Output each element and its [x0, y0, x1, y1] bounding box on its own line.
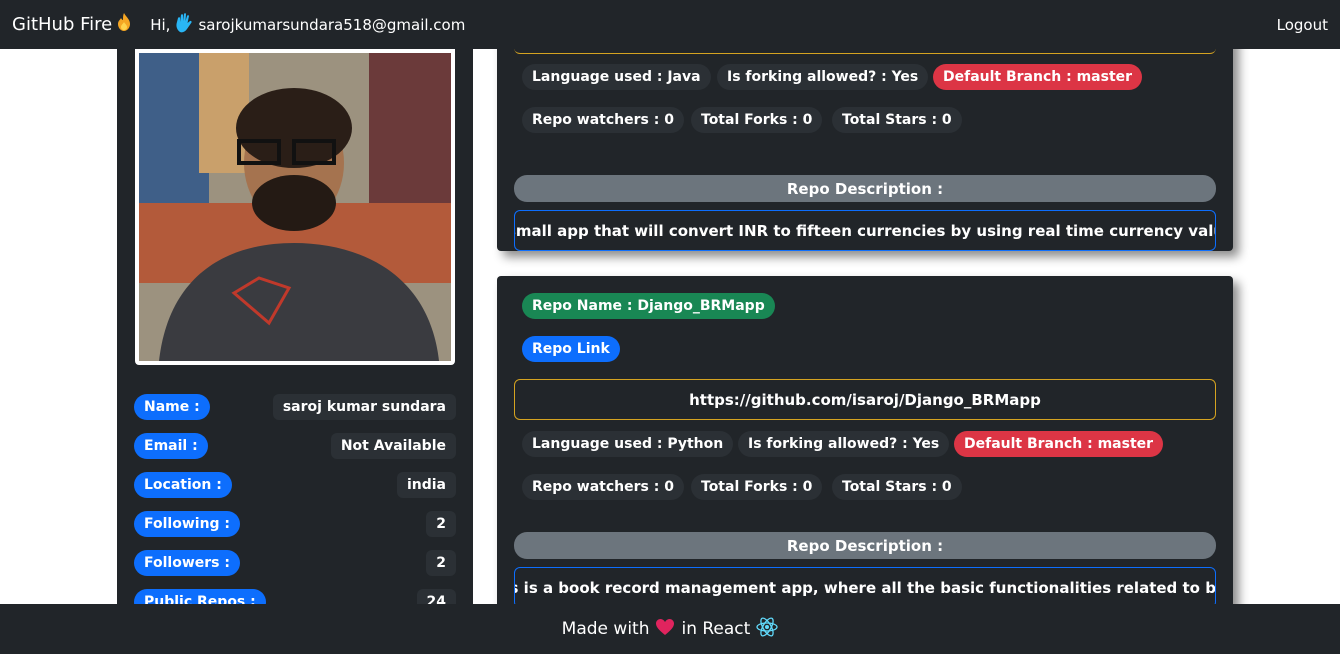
repo-card: Repo Name : Django_BRMapp Repo Link http… [497, 276, 1233, 604]
following-value: 2 [426, 511, 456, 537]
repo-language: Language used : Python [522, 431, 734, 457]
repo-default-branch: Default Branch : master [933, 64, 1143, 90]
repo-url-box[interactable]: https://github.com/isaroj/Django_BRMapp [514, 379, 1216, 420]
top-navbar: GitHub Fire Hi, sarojkumarsundara518@gma… [0, 0, 1340, 49]
fire-icon [116, 12, 132, 37]
repo-description-header: Repo Description : [514, 175, 1216, 202]
repo-watchers: Repo watchers : 0 [522, 107, 684, 133]
profile-row-email: Email : Not Available [134, 432, 456, 460]
profile-row-followers: Followers : 2 [134, 549, 456, 577]
footer-made-with: Made with [561, 619, 650, 639]
location-label: Location : [134, 472, 232, 498]
location-value: india [396, 472, 456, 498]
repo-description-header: Repo Description : [514, 532, 1216, 559]
repo-watchers: Repo watchers : 0 [522, 474, 684, 500]
name-value: saroj kumar sundara [272, 394, 456, 420]
followers-label: Followers : [134, 550, 240, 576]
repo-language: Language used : Java [522, 64, 711, 90]
repo-forks: Total Forks : 0 [691, 474, 823, 500]
repo-stars: Total Stars : 0 [832, 107, 962, 133]
avatar [139, 53, 451, 361]
footer: Made with in React [0, 604, 1340, 654]
avatar-frame [135, 49, 455, 365]
followers-value: 2 [426, 550, 456, 576]
footer-in-react: in React [681, 619, 751, 639]
repo-name: Repo Name : Django_BRMapp [522, 293, 775, 319]
repo-description: This is a book record management app, wh… [514, 567, 1216, 604]
following-label: Following : [134, 511, 241, 537]
main-content: Name : saroj kumar sundara Email : Not A… [0, 49, 1340, 604]
repo-url-box [514, 49, 1216, 54]
logout-button[interactable]: Logout [1277, 16, 1328, 34]
brand[interactable]: GitHub Fire [12, 12, 132, 37]
greeting: Hi, sarojkumarsundara518@gmail.com [150, 12, 465, 38]
user-email: sarojkumarsundara518@gmail.com [198, 15, 466, 34]
waving-hand-icon [174, 12, 194, 38]
react-icon [756, 616, 778, 643]
repo-forking: Is forking allowed? : Yes [738, 431, 950, 457]
email-label: Email : [134, 433, 208, 459]
repo-forks: Total Forks : 0 [691, 107, 823, 133]
profile-row-location: Location : india [134, 471, 456, 499]
repo-forking: Is forking allowed? : Yes [717, 64, 929, 90]
heart-icon [655, 618, 675, 641]
profile-row-following: Following : 2 [134, 510, 456, 538]
public-repos-value: 24 [416, 589, 456, 604]
profile-row-public-repos: Public Repos : 24 [134, 588, 456, 604]
repo-card: Language used : Java Is forking allowed?… [497, 49, 1233, 251]
brand-title[interactable]: GitHub Fire [12, 14, 112, 35]
profile-sidebar: Name : saroj kumar sundara Email : Not A… [117, 49, 473, 604]
repo-stars: Total Stars : 0 [832, 474, 962, 500]
repo-default-branch: Default Branch : master [954, 431, 1164, 457]
email-value: Not Available [330, 433, 456, 459]
greeting-prefix: Hi, [150, 15, 171, 34]
profile-row-name: Name : saroj kumar sundara [134, 393, 456, 421]
repo-link-button[interactable]: Repo Link [522, 336, 620, 362]
repo-description: A small app that will convert INR to fif… [514, 210, 1216, 251]
name-label: Name : [134, 394, 210, 420]
public-repos-label: Public Repos : [134, 589, 266, 604]
